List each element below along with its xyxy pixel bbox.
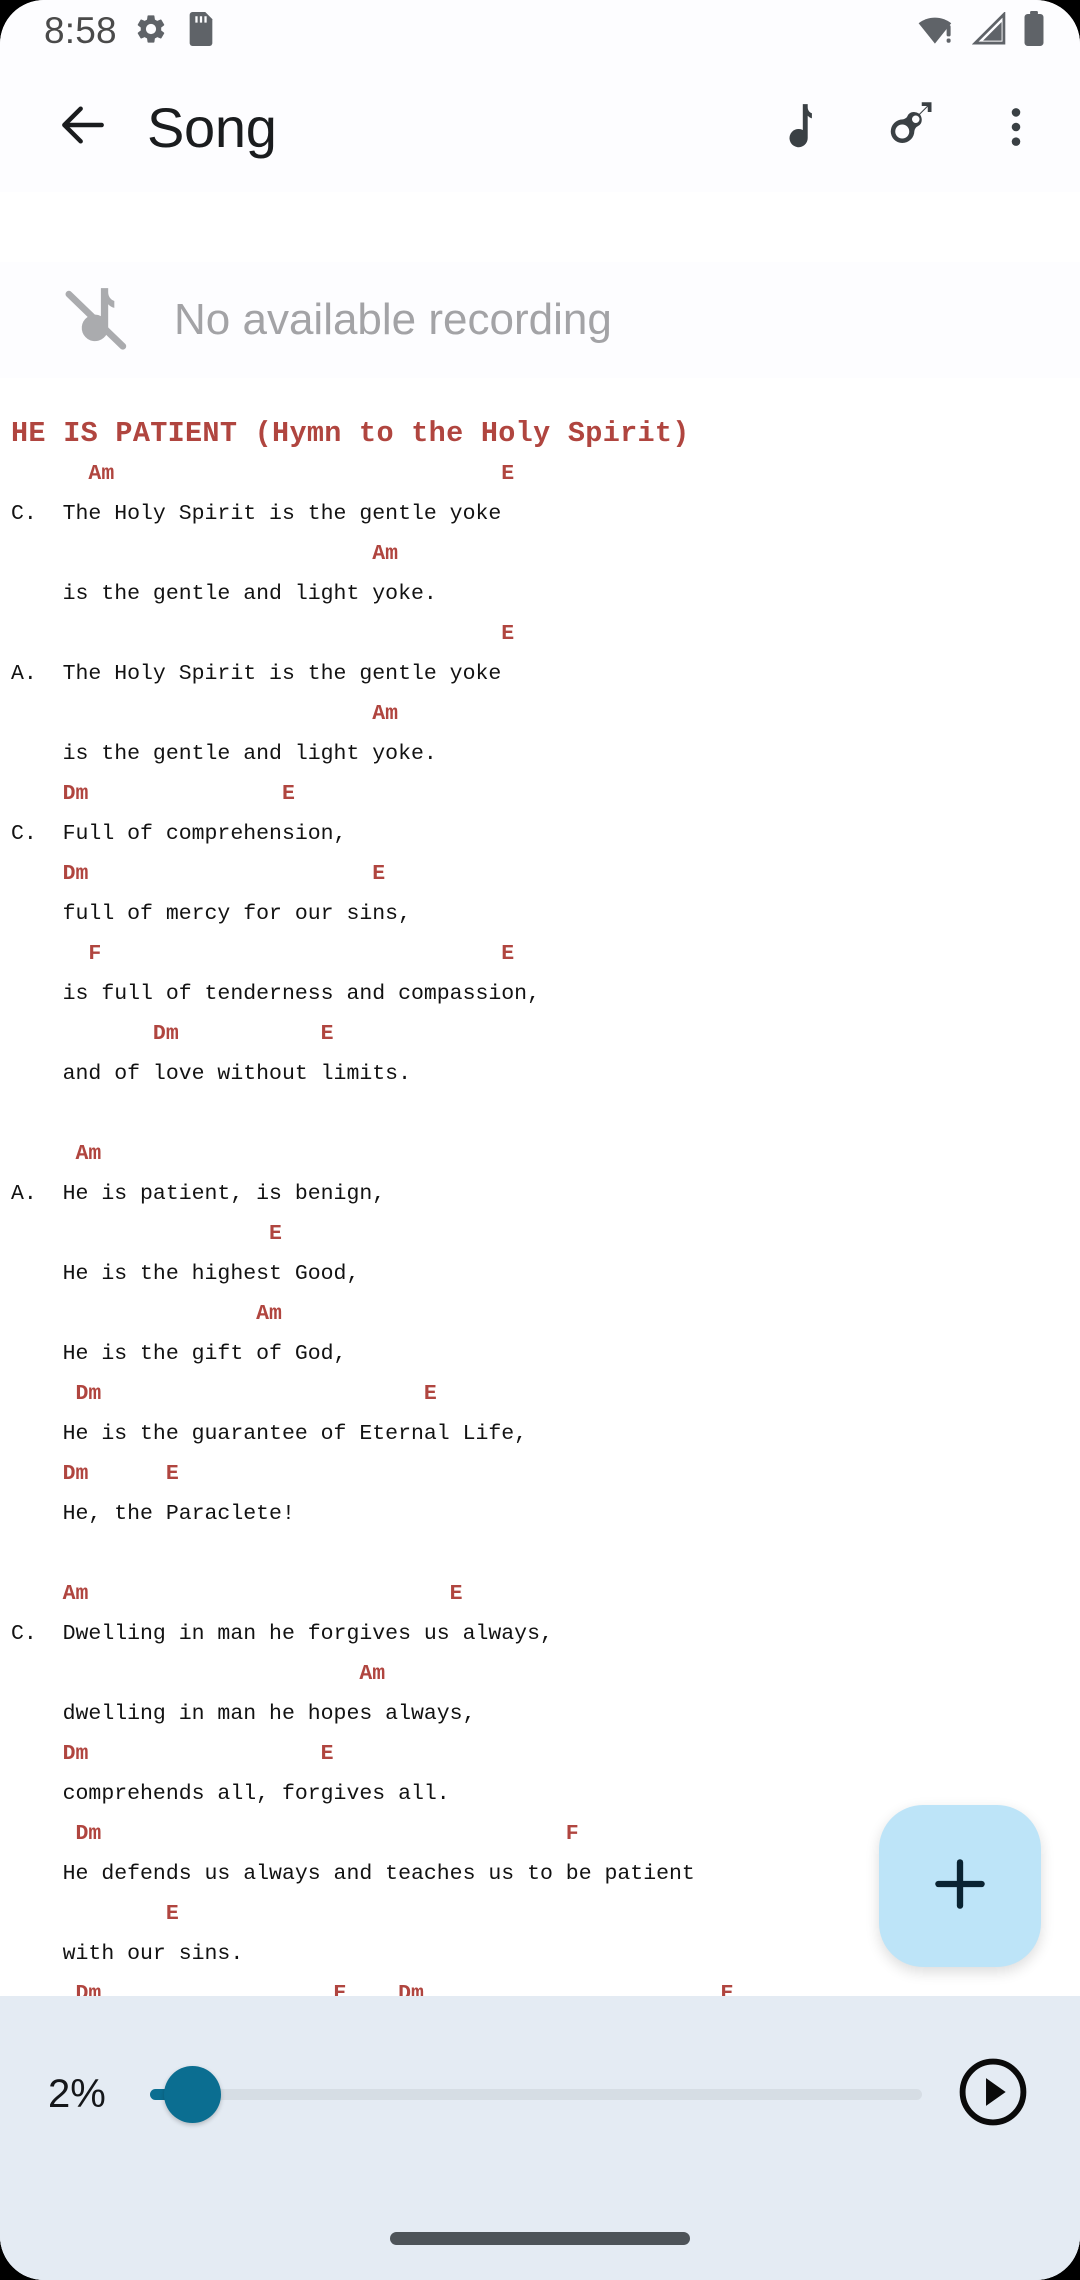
music-note-off-icon bbox=[48, 272, 140, 369]
sheet-line-group: Am dwelling in man he hopes always, bbox=[0, 1654, 1080, 1734]
sheet-line-group: Dm E and of love without limits. bbox=[0, 1014, 1080, 1094]
sheet-line-group: Dm E C. Full of comprehension, bbox=[0, 774, 1080, 854]
app-screen: 8:58 Song No available recording HE IS P… bbox=[0, 0, 1080, 2280]
scroll-percent-label: 2% bbox=[48, 2071, 106, 2116]
gear-icon bbox=[134, 12, 168, 51]
lyric-line: dwelling in man he hopes always, bbox=[11, 1702, 476, 1726]
status-clock: 8:58 bbox=[44, 10, 117, 51]
chord-line: E bbox=[11, 622, 515, 646]
overflow-menu-icon[interactable] bbox=[974, 85, 1058, 169]
lyric-line: C. The Holy Spirit is the gentle yoke bbox=[11, 502, 502, 526]
chord-line: Am bbox=[11, 1142, 102, 1166]
lyric-line: is the gentle and light yoke. bbox=[11, 742, 437, 766]
chord-line: Dm E bbox=[11, 1382, 437, 1406]
song-title: HE IS PATIENT (Hymn to the Holy Spirit) bbox=[11, 417, 690, 450]
slider-thumb[interactable] bbox=[164, 2065, 222, 2123]
sheet-line-group: Dm E He, the Paraclete! bbox=[0, 1454, 1080, 1534]
chord-line: Am E bbox=[11, 462, 515, 486]
wifi-warning-icon bbox=[918, 12, 958, 51]
lyric-line: C. Dwelling in man he forgives us always… bbox=[11, 1622, 553, 1646]
chord-line: Am bbox=[11, 702, 399, 726]
lyrics-chord-sheet[interactable]: HE IS PATIENT (Hymn to the Holy Spirit) … bbox=[0, 392, 1080, 1996]
chord-line: F E bbox=[11, 942, 515, 966]
chord-line: Dm E bbox=[11, 862, 386, 886]
back-button[interactable] bbox=[44, 88, 122, 166]
page-title: Song bbox=[147, 95, 277, 159]
app-bar-actions bbox=[758, 85, 1058, 169]
lyric-line: He, the Paraclete! bbox=[11, 1502, 295, 1526]
music-note-icon[interactable] bbox=[758, 85, 842, 169]
app-bar: Song bbox=[0, 62, 1080, 192]
recording-status-label: No available recording bbox=[174, 295, 612, 344]
status-bar-left: 8:58 bbox=[44, 10, 217, 52]
sheet-line-group: Am E C. Dwelling in man he forgives us al… bbox=[0, 1574, 1080, 1654]
chord-line: Dm E bbox=[11, 1022, 334, 1046]
sheet-line-group: E A. The Holy Spirit is the gentle yoke bbox=[0, 614, 1080, 694]
sheet-blank-line bbox=[0, 1534, 1080, 1574]
sheet-line-group: Dm E comprehends all, forgives all. bbox=[0, 1734, 1080, 1814]
back-arrow-icon bbox=[55, 97, 111, 158]
scroll-speed-slider[interactable] bbox=[150, 2064, 922, 2124]
chord-line: Am bbox=[11, 1662, 386, 1686]
sheet-line-group: Am is the gentle and light yoke. bbox=[0, 534, 1080, 614]
chord-line: Am bbox=[11, 542, 399, 566]
chord-line: E bbox=[11, 1222, 282, 1246]
lyric-line: is full of tenderness and compassion, bbox=[11, 982, 540, 1006]
sheet-line-group: Dm E Dm E He tells us who we are, he tel… bbox=[0, 1974, 1080, 1996]
play-circle-icon bbox=[955, 2054, 1031, 2135]
lyric-line: full of mercy for our sins, bbox=[11, 902, 411, 926]
lyric-line: C. Full of comprehension, bbox=[11, 822, 347, 846]
recording-status-row[interactable]: No available recording bbox=[0, 262, 1080, 378]
lyric-line: He is the guarantee of Eternal Life, bbox=[11, 1422, 528, 1446]
chord-line: Am bbox=[11, 1302, 282, 1326]
status-bar: 8:58 bbox=[0, 0, 1080, 62]
sheet-blank-line bbox=[0, 1094, 1080, 1134]
lyric-line: A. He is patient, is benign, bbox=[11, 1182, 386, 1206]
lyric-line: A. The Holy Spirit is the gentle yoke bbox=[11, 662, 502, 686]
lyric-line: He is the gift of God, bbox=[11, 1342, 347, 1366]
plus-icon bbox=[923, 1847, 997, 1926]
chord-line: Am E bbox=[11, 1582, 463, 1606]
guitar-icon[interactable] bbox=[866, 85, 950, 169]
sheet-line-group: Dm E He is the guarantee of Eternal Life… bbox=[0, 1374, 1080, 1454]
chord-line: Dm E bbox=[11, 782, 295, 806]
lyric-line: is the gentle and light yoke. bbox=[11, 582, 437, 606]
sd-card-icon bbox=[185, 11, 217, 51]
gesture-handle[interactable] bbox=[390, 2231, 690, 2245]
sheet-line-group: Am E C. The Holy Spirit is the gentle yok… bbox=[0, 454, 1080, 534]
chord-line: Dm E bbox=[11, 1462, 179, 1486]
add-button[interactable] bbox=[879, 1805, 1041, 1967]
sheet-line-group: F E is full of tenderness and compassion… bbox=[0, 934, 1080, 1014]
cellular-signal-icon bbox=[971, 10, 1008, 51]
lyric-line: and of love without limits. bbox=[11, 1062, 411, 1086]
system-nav-bar bbox=[0, 2196, 1080, 2280]
slider-track bbox=[150, 2088, 922, 2100]
lyric-line: He is the highest Good, bbox=[11, 1262, 360, 1286]
sheet-line-group: E He is the highest Good, bbox=[0, 1214, 1080, 1294]
player-controls: 2% bbox=[0, 1996, 1080, 2192]
chord-line: Dm E bbox=[11, 1742, 334, 1766]
status-bar-right bbox=[918, 10, 1046, 52]
chord-line: Dm E Dm E bbox=[11, 1982, 734, 1996]
play-button[interactable] bbox=[948, 2049, 1038, 2139]
sheet-line-group: Dm E full of mercy for our sins, bbox=[0, 854, 1080, 934]
sheet-line-group: Am is the gentle and light yoke. bbox=[0, 694, 1080, 774]
sheet-body: Am E C. The Holy Spirit is the gentle yok… bbox=[0, 454, 1080, 1996]
battery-icon bbox=[1022, 10, 1046, 52]
sheet-line-group: Am A. He is patient, is benign, bbox=[0, 1134, 1080, 1214]
sheet-line-group: Am He is the gift of God, bbox=[0, 1294, 1080, 1374]
